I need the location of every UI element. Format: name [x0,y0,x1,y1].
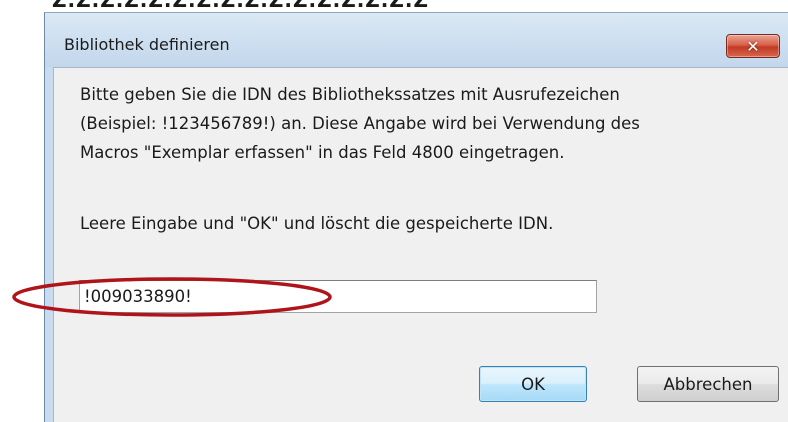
message-line-2: (Beispiel: !123456789!) an. Diese Angabe… [80,114,640,133]
background-window-fragment: Z.Z.Z.Z.Z.Z.Z.Z.Z.Z.Z.Z.Z.Z.Z.Z [44,0,788,12]
dialog-window: Bibliothek definieren ✕ Bitte geben Sie … [44,12,788,422]
dialog-title: Bibliothek definieren [64,35,230,54]
close-button[interactable]: ✕ [726,34,780,58]
title-bar[interactable]: Bibliothek definieren ✕ [45,13,788,67]
idn-input[interactable] [79,280,597,313]
cancel-button[interactable]: Abbrechen [637,366,779,402]
message-line-1: Bitte geben Sie die IDN des Bibliothekss… [80,85,620,104]
screenshot: Z.Z.Z.Z.Z.Z.Z.Z.Z.Z.Z.Z.Z.Z.Z.Z Biblioth… [0,0,788,422]
ok-button[interactable]: OK [479,366,587,402]
background-window-text: Z.Z.Z.Z.Z.Z.Z.Z.Z.Z.Z.Z.Z.Z.Z.Z [52,0,429,12]
message-line-3: Macros "Exemplar erfassen" in das Feld 4… [80,143,565,162]
dialog-content: Bitte geben Sie die IDN des Bibliothekss… [53,67,788,422]
hint-text: Leere Eingabe und "OK" und löscht die ge… [80,214,554,233]
close-icon: ✕ [746,36,760,56]
